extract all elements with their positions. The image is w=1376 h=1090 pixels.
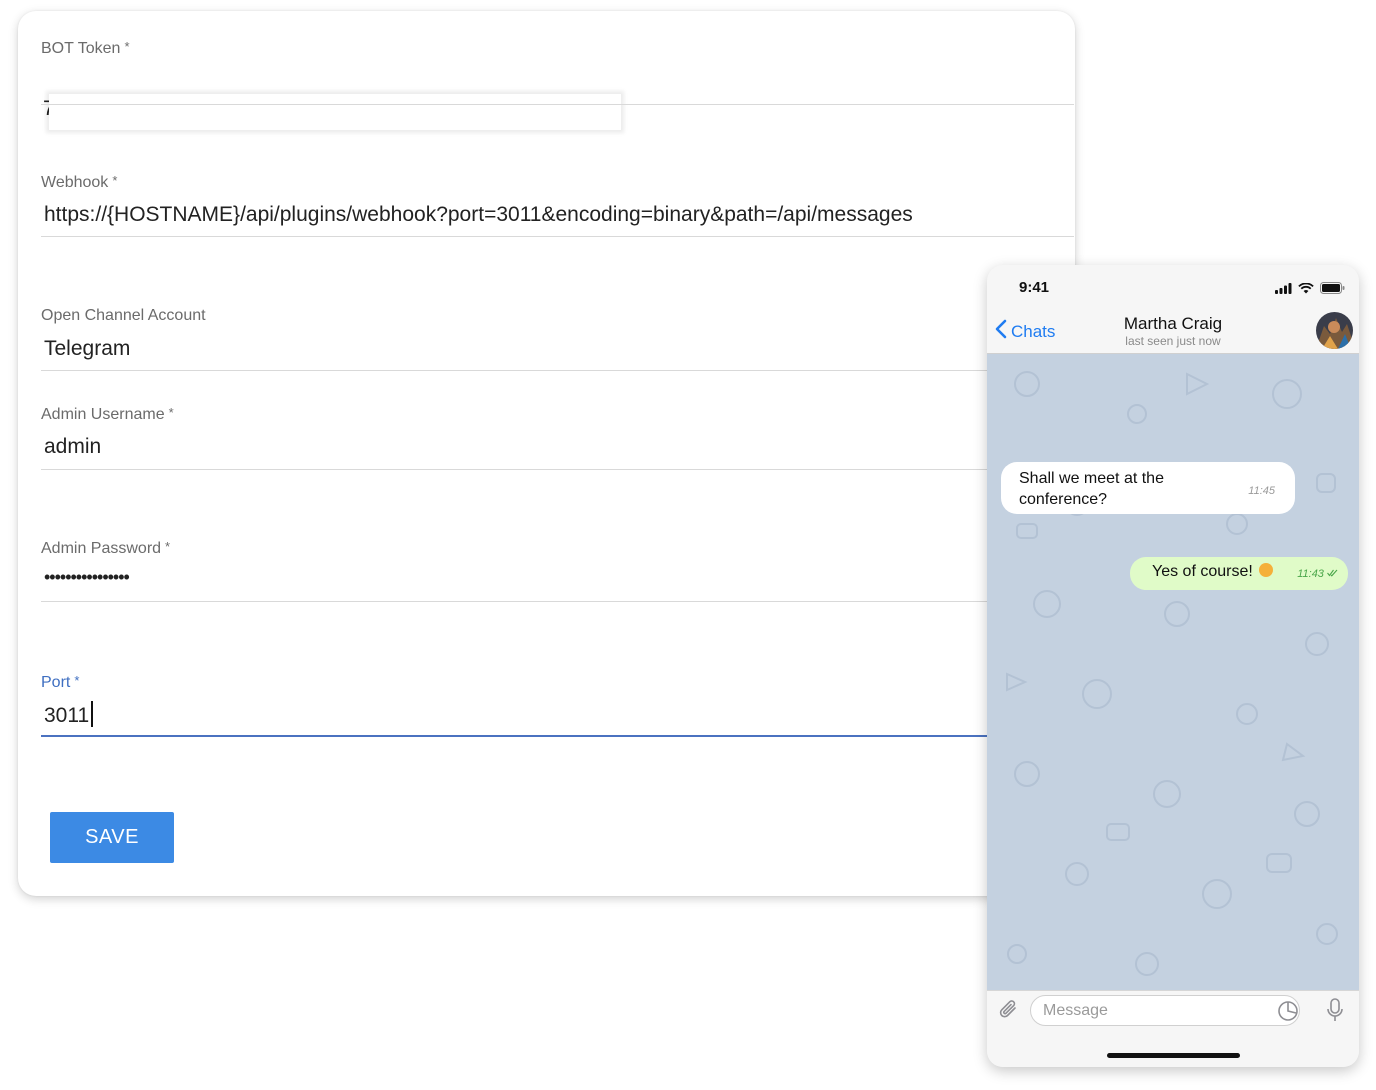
webhook-input[interactable]: https://{HOSTNAME}/api/plugins/webhook?p…	[44, 203, 913, 227]
open-channel-field[interactable]: Open Channel Account Telegram	[41, 307, 1074, 373]
webhook-label: Webhook	[41, 174, 109, 191]
signal-icon	[1275, 281, 1292, 299]
port-input[interactable]: 3011	[44, 701, 94, 728]
avatar[interactable]	[1316, 312, 1353, 349]
input-underline-focused	[41, 735, 1074, 737]
chat-header: Chats Martha Craig last seen just now	[987, 309, 1359, 354]
incoming-message-bubble[interactable]: Shall we meet at the conference? 11:45	[1001, 462, 1295, 514]
bot-token-label: BOT Token	[41, 40, 121, 57]
bot-token-field[interactable]: BOT Token* 7	[41, 39, 1074, 130]
input-underline	[41, 370, 1074, 371]
admin-password-label: Admin Password	[41, 540, 162, 557]
message-time: 11:45	[1248, 485, 1275, 497]
outgoing-message-bubble[interactable]: Yes of course! 11:43	[1130, 557, 1348, 590]
input-underline	[41, 601, 1074, 602]
battery-icon	[1320, 281, 1345, 299]
required-marker: *	[124, 39, 130, 54]
port-value: 3011	[44, 704, 90, 727]
sticker-icon[interactable]	[1276, 999, 1300, 1023]
input-underline	[41, 236, 1074, 237]
home-indicator	[1107, 1053, 1240, 1058]
required-marker: *	[168, 405, 174, 420]
admin-username-input[interactable]: admin	[44, 435, 101, 459]
message-text: Shall we meet at the conference?	[1019, 470, 1164, 508]
microphone-icon[interactable]	[1324, 996, 1346, 1024]
telegram-phone-mockup: 9:41 Chats Martha Craig last seen just n…	[987, 265, 1359, 1067]
contact-status: last seen just now	[1125, 334, 1221, 348]
message-input[interactable]	[1030, 995, 1300, 1026]
save-button[interactable]: SAVE	[50, 812, 174, 863]
port-label: Port	[41, 674, 71, 691]
input-underline	[41, 104, 1074, 105]
message-text: Yes of course!	[1152, 563, 1253, 580]
port-field[interactable]: Port * 3011	[41, 673, 1074, 739]
required-marker: *	[112, 173, 118, 188]
admin-username-label: Admin Username	[41, 406, 165, 423]
chat-wallpaper-pattern	[1006, 371, 1338, 976]
webhook-field[interactable]: Webhook * https://{HOSTNAME}/api/plugins/…	[41, 173, 1074, 239]
status-time: 9:41	[1019, 279, 1050, 296]
status-bar: 9:41	[987, 265, 1359, 309]
message-input-bar	[987, 990, 1359, 1067]
required-marker: *	[74, 673, 80, 688]
admin-password-field[interactable]: Admin Password * ••••••••••••••••	[41, 539, 1074, 605]
text-caret	[91, 701, 94, 727]
emoji-icon	[1258, 563, 1273, 577]
wifi-icon	[1298, 281, 1314, 299]
open-channel-value[interactable]: Telegram	[44, 337, 130, 361]
admin-password-input[interactable]: ••••••••••••••••	[44, 567, 130, 588]
double-check-icon	[1327, 568, 1338, 580]
redaction-box	[49, 94, 621, 130]
settings-card: BOT Token* 7 Webhook* https://{HOSTNAME}…	[18, 11, 1075, 896]
contact-name[interactable]: Martha Craig	[987, 314, 1359, 334]
input-underline	[41, 469, 1074, 470]
message-time: 11:43	[1297, 568, 1324, 580]
chat-messages-area[interactable]: Shall we meet at the conference? 11:45 Y…	[987, 354, 1359, 990]
required-marker: *	[165, 539, 171, 554]
admin-username-field[interactable]: Admin Username * admin	[41, 405, 1074, 471]
open-channel-label: Open Channel Account	[41, 307, 206, 324]
paperclip-icon[interactable]	[997, 997, 1021, 1023]
